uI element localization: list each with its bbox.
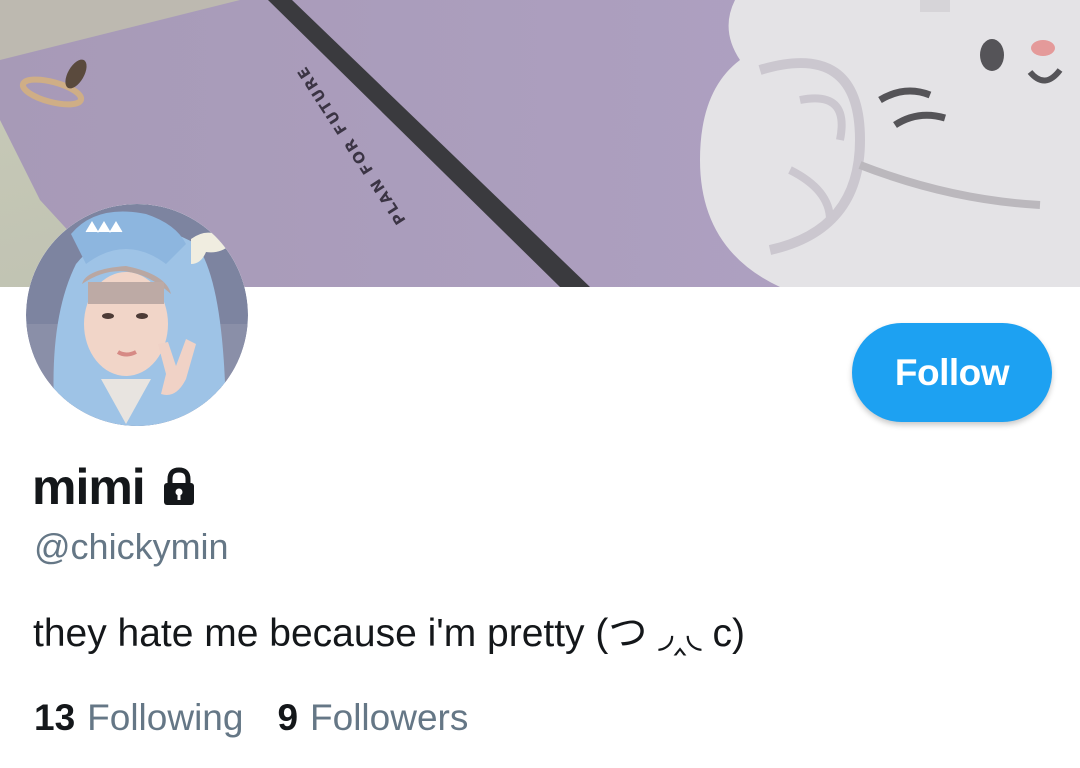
follow-button[interactable]: Follow [852,323,1052,422]
followers-label: Followers [310,697,469,738]
profile-page: PLAN FOR FUTURE Follow mimi @chickymin t… [0,0,1080,768]
display-name: mimi [32,459,146,515]
followers-count: 9 [277,697,299,738]
profile-bio: they hate me because i'm pretty (つ ◞‸◟ c… [33,612,745,655]
name-row: mimi [32,456,201,518]
following-label: Following [87,697,244,738]
follow-stats: 13 Following 9 Followers [34,697,468,739]
followers-link[interactable]: 9 Followers [277,697,468,739]
avatar-image [26,204,248,426]
following-count: 13 [34,697,76,738]
profile-avatar[interactable] [26,204,248,426]
lock-icon [157,465,201,509]
user-handle: @chickymin [34,526,229,567]
following-link[interactable]: 13 Following [34,697,243,739]
